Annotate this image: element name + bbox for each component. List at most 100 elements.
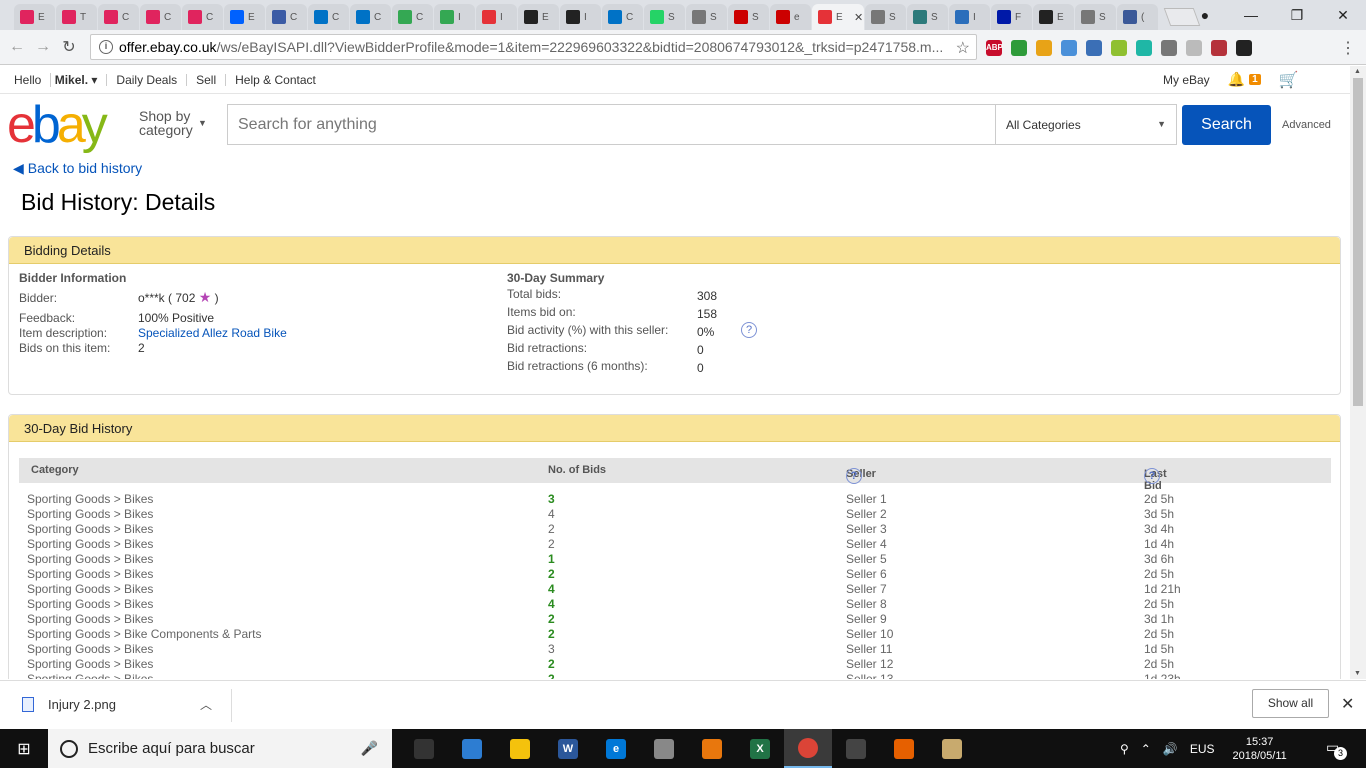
forward-icon[interactable]: → (30, 38, 56, 56)
browser-tab[interactable]: C (602, 4, 643, 30)
close-window-icon[interactable]: ✕ (1320, 7, 1366, 24)
advanced-search-link[interactable]: Advanced (1282, 119, 1331, 131)
my-ebay-link[interactable]: My eBay (1163, 73, 1210, 87)
browser-tab[interactable]: C (98, 4, 139, 30)
search-input[interactable]: Search for anything (227, 104, 995, 145)
clock[interactable]: 15:37 2018/05/11 (1233, 735, 1287, 763)
browser-tab[interactable]: ( (1117, 4, 1158, 30)
browser-tab[interactable]: C (182, 4, 223, 30)
column-category: Category (31, 464, 79, 476)
back-icon[interactable]: ← (4, 38, 30, 56)
close-tab-icon[interactable]: ✕ (854, 11, 863, 24)
scroll-up-icon[interactable]: ▲ (1354, 68, 1361, 75)
browser-tab[interactable]: S (728, 4, 769, 30)
chevron-up-icon[interactable]: ⌃ (1141, 742, 1151, 756)
browser-tab[interactable]: I (476, 4, 517, 30)
extension-icon[interactable] (1211, 39, 1227, 56)
browser-tab[interactable]: E ✕ (812, 4, 864, 30)
search-button[interactable]: Search (1182, 105, 1271, 145)
minimize-icon[interactable]: — (1228, 7, 1274, 23)
page-scrollbar[interactable]: ▲ ▼ (1350, 66, 1366, 679)
browser-tab[interactable]: S (907, 4, 948, 30)
help-contact-link[interactable]: Help & Contact (226, 74, 325, 86)
browser-tab[interactable]: I (949, 4, 990, 30)
help-icon[interactable]: ? (846, 468, 862, 484)
site-info-icon[interactable]: i (99, 40, 113, 54)
extension-icon[interactable] (1011, 39, 1027, 56)
chevron-up-icon[interactable]: ︿ (200, 696, 212, 713)
browser-tab[interactable]: S (1075, 4, 1116, 30)
taskbar-app-media[interactable] (688, 729, 736, 768)
browser-tab[interactable]: S (686, 4, 727, 30)
taskbar-app-paint[interactable] (640, 729, 688, 768)
browser-tab[interactable]: C (350, 4, 391, 30)
browser-tab[interactable]: E (1033, 4, 1074, 30)
scroll-down-icon[interactable]: ▼ (1354, 670, 1361, 677)
item-description-link[interactable]: Specialized Allez Road Bike (138, 326, 287, 340)
taskbar-app-chrome[interactable] (784, 729, 832, 768)
browser-tab[interactable]: S (644, 4, 685, 30)
browser-tab[interactable]: I (434, 4, 475, 30)
volume-icon[interactable]: 🔊 (1163, 742, 1178, 756)
extension-icon[interactable] (1186, 39, 1202, 56)
scrollbar-thumb[interactable] (1353, 78, 1363, 406)
show-all-button[interactable]: Show all (1252, 689, 1329, 718)
sell-link[interactable]: Sell (187, 73, 227, 86)
taskbar-app-mail[interactable] (832, 729, 880, 768)
action-center-icon[interactable]: ▭ 3 (1326, 739, 1347, 760)
taskbar-app-word[interactable]: W (544, 729, 592, 768)
microphone-icon[interactable]: 🎤 (361, 740, 378, 757)
profile-icon[interactable]: ● (1182, 7, 1228, 23)
taskbar-app-file-explorer[interactable] (496, 729, 544, 768)
download-item[interactable]: Injury 2.png (22, 697, 116, 712)
windows-start-icon[interactable]: ⊞ (0, 739, 48, 759)
feedback-star-icon[interactable]: ★ (199, 289, 212, 305)
extension-icon[interactable] (1236, 39, 1252, 56)
people-icon[interactable]: ⚲ (1120, 742, 1129, 756)
close-icon[interactable]: ✕ (1341, 694, 1354, 714)
reload-icon[interactable]: ↻ (56, 37, 82, 57)
browser-tab[interactable]: E (518, 4, 559, 30)
browser-tab[interactable]: I (560, 4, 601, 30)
extension-icon[interactable] (1111, 39, 1127, 56)
taskbar-app-league[interactable] (928, 729, 976, 768)
address-bar[interactable]: i offer.ebay.co.uk/ws/eBayISAPI.dll?View… (90, 34, 977, 60)
taskbar-app-edge[interactable]: e (592, 729, 640, 768)
ebay-logo[interactable]: ebay (7, 99, 108, 151)
category-select[interactable]: All Categories ▼ (995, 104, 1177, 145)
extension-icon[interactable] (1036, 39, 1052, 56)
taskbar-app-excel[interactable]: X (736, 729, 784, 768)
browser-tab[interactable]: e (770, 4, 811, 30)
extension-icon[interactable] (1086, 39, 1102, 56)
extension-icon[interactable] (1161, 39, 1177, 56)
browser-tab[interactable]: C (308, 4, 349, 30)
shop-by-category-button[interactable]: Shop by category ▼ (139, 109, 207, 137)
daily-deals-link[interactable]: Daily Deals (107, 73, 188, 86)
taskbar-app-app-blue[interactable] (448, 729, 496, 768)
browser-tab[interactable]: E (14, 4, 55, 30)
browser-tab[interactable]: C (266, 4, 307, 30)
taskbar-app-firefox[interactable] (880, 729, 928, 768)
browser-tab[interactable]: C (392, 4, 433, 30)
language-indicator[interactable]: EUS (1190, 742, 1215, 756)
url-text[interactable]: offer.ebay.co.uk/ws/eBayISAPI.dll?ViewBi… (119, 39, 954, 55)
browser-tab[interactable]: S (865, 4, 906, 30)
chrome-menu-icon[interactable]: ⋮ (1340, 38, 1356, 58)
back-to-bid-history-link[interactable]: ◀ Back to bid history (13, 160, 142, 177)
notification-bell-icon[interactable]: 🔔 (1228, 71, 1245, 88)
bookmark-star-icon[interactable]: ☆ (956, 38, 970, 58)
extension-icon[interactable] (1061, 39, 1077, 56)
browser-tab[interactable]: F (991, 4, 1032, 30)
cart-icon[interactable]: 🛒 (1279, 70, 1299, 90)
extension-icon[interactable]: ABP (986, 39, 1003, 56)
browser-tab[interactable]: C (140, 4, 181, 30)
taskbar-app-task-view[interactable] (400, 729, 448, 768)
greeting[interactable]: Hello Mikel. ▾ (14, 72, 108, 87)
help-icon[interactable]: ? (741, 322, 757, 338)
help-icon[interactable]: ? (1144, 468, 1160, 484)
browser-tab[interactable]: E (224, 4, 265, 30)
browser-tab[interactable]: T (56, 4, 97, 30)
extension-icon[interactable] (1136, 39, 1152, 56)
restore-icon[interactable]: ❐ (1274, 7, 1320, 24)
taskbar-search-input[interactable]: Escribe aquí para buscar 🎤 (48, 729, 392, 768)
